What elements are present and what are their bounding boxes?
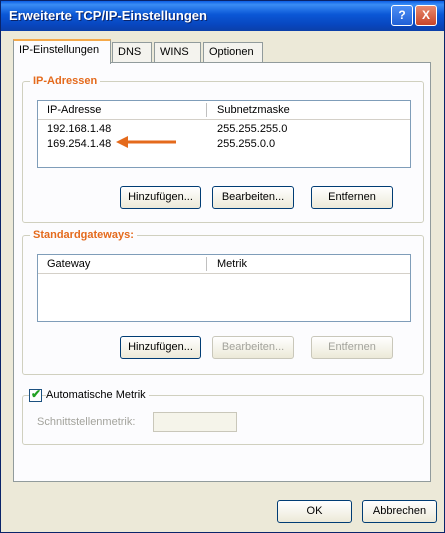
ip-row-1-address[interactable]: 192.168.1.48: [47, 123, 111, 135]
metric-group: ✔ Automatische Metrik Schnittstellenmetr…: [22, 387, 424, 445]
window-title: Erweiterte TCP/IP-Einstellungen: [9, 8, 207, 23]
ip-addresses-group-title: IP-Adressen: [30, 75, 101, 87]
gateways-group-title: Standardgateways:: [30, 229, 137, 241]
auto-metric-checkbox[interactable]: ✔: [29, 387, 42, 402]
ip-addresses-group: IP-Adressen IP-Adresse Subnetzmaske 192.…: [22, 75, 424, 223]
gateway-list[interactable]: Gateway Metrik: [37, 254, 411, 322]
column-gateway[interactable]: Gateway: [47, 258, 90, 270]
column-ip-address[interactable]: IP-Adresse: [47, 104, 101, 116]
gateway-add-button[interactable]: Hinzufügen...: [120, 336, 201, 359]
ip-address-list[interactable]: IP-Adresse Subnetzmaske 192.168.1.48 255…: [37, 100, 411, 168]
ip-row-2-address[interactable]: 169.254.1.48: [47, 138, 111, 150]
tab-wins[interactable]: WINS: [154, 42, 201, 62]
close-button[interactable]: X: [415, 5, 437, 26]
gateway-list-header: Gateway Metrik: [38, 255, 410, 274]
tab-ip-einstellungen[interactable]: IP-Einstellungen: [13, 39, 111, 64]
tab-optionen[interactable]: Optionen: [203, 42, 263, 62]
cancel-button[interactable]: Abbrechen: [362, 500, 437, 523]
tab-dns[interactable]: DNS: [112, 42, 152, 62]
column-subnet-mask[interactable]: Subnetzmaske: [217, 104, 290, 116]
dialog-window: Erweiterte TCP/IP-Einstellungen ? X IP-E…: [0, 0, 445, 533]
interface-metric-field[interactable]: [153, 412, 237, 432]
help-button[interactable]: ?: [391, 5, 413, 26]
ip-remove-button[interactable]: Entfernen: [311, 186, 393, 209]
title-bar[interactable]: Erweiterte TCP/IP-Einstellungen ? X: [1, 1, 444, 31]
gateways-group: Standardgateways: Gateway Metrik Hinzufü…: [22, 229, 424, 375]
ip-add-button[interactable]: Hinzufügen...: [120, 186, 201, 209]
tab-panel-ip-einstellungen: IP-Adressen IP-Adresse Subnetzmaske 192.…: [13, 62, 431, 482]
ip-row-1-mask[interactable]: 255.255.255.0: [217, 123, 287, 135]
ip-list-header: IP-Adresse Subnetzmaske: [38, 101, 410, 120]
column-separator[interactable]: [206, 103, 207, 117]
ip-edit-button[interactable]: Bearbeiten...: [212, 186, 294, 209]
checkmark-icon: ✔: [31, 387, 42, 401]
ok-button[interactable]: OK: [277, 500, 352, 523]
column-separator[interactable]: [206, 257, 207, 271]
interface-metric-label: Schnittstellenmetrik:: [37, 416, 136, 428]
column-metric[interactable]: Metrik: [217, 258, 247, 270]
gateway-remove-button[interactable]: Entfernen: [311, 336, 393, 359]
ip-row-2-mask[interactable]: 255.255.0.0: [217, 138, 275, 150]
auto-metric-label[interactable]: Automatische Metrik: [46, 389, 149, 401]
arrow-left-icon: [116, 136, 176, 148]
gateway-edit-button[interactable]: Bearbeiten...: [212, 336, 294, 359]
